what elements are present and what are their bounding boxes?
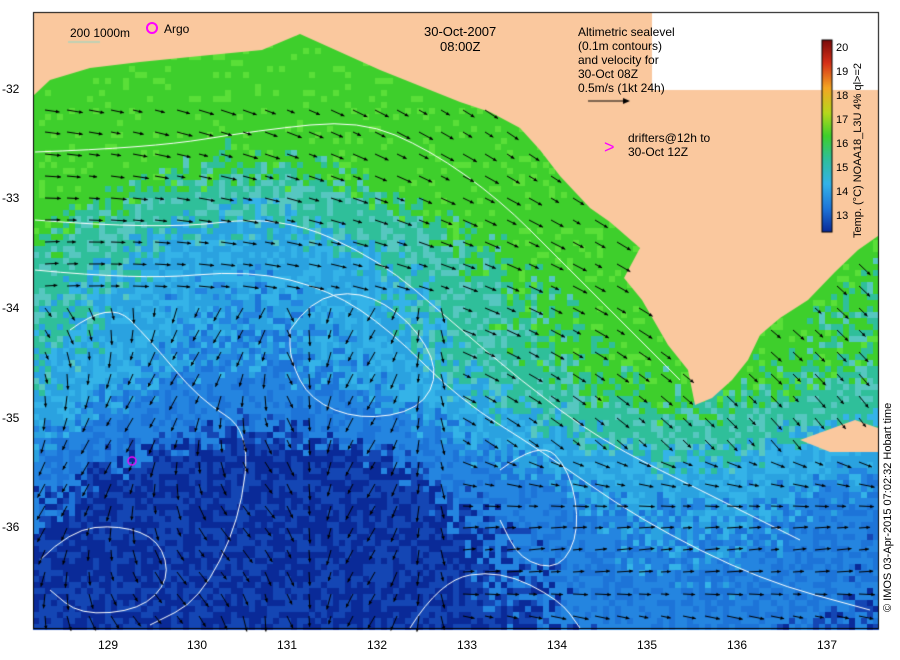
altimetry-legend-line: (0.1m contours) <box>578 39 663 53</box>
colorbar-tick: 17 <box>836 114 849 126</box>
y-tick-label: -36 <box>2 520 20 534</box>
colorbar-tick: 15 <box>836 162 849 174</box>
x-tick-label: 131 <box>276 638 298 652</box>
colorbar-tick: 16 <box>836 138 849 150</box>
drifter-legend-icon: > <box>604 137 615 157</box>
altimetry-legend-line: Altimetric sealevel <box>578 25 675 39</box>
colorbar-tick: 19 <box>836 66 849 78</box>
altimetry-legend-line: and velocity for <box>578 53 659 67</box>
x-tick-label: 133 <box>456 638 478 652</box>
colorbar-tick: 14 <box>836 186 849 198</box>
argo-legend-icon <box>146 22 158 34</box>
y-tick-label: -33 <box>2 191 20 205</box>
x-tick-label: 136 <box>726 638 748 652</box>
x-tick-label: 137 <box>816 638 838 652</box>
sst-map-canvas <box>0 0 900 660</box>
x-tick-label: 130 <box>186 638 208 652</box>
y-tick-label: -32 <box>2 82 20 96</box>
y-tick-label: -35 <box>2 411 20 425</box>
colorbar-tick: 18 <box>836 90 849 102</box>
x-tick-label: 134 <box>546 638 568 652</box>
drifter-legend-line: 30-Oct 12Z <box>628 145 689 159</box>
altimetry-legend-line: 30-Oct 08Z <box>578 67 639 81</box>
time-label: 08:00Z <box>440 39 481 54</box>
colorbar-tick: 13 <box>836 210 849 222</box>
drifter-legend-line: drifters@12h to <box>628 131 711 145</box>
colorbar-tick: 20 <box>836 42 849 54</box>
x-tick-label: 135 <box>636 638 658 652</box>
x-tick-label: 132 <box>366 638 388 652</box>
x-tick-label: 129 <box>97 638 119 652</box>
date-label: 30-Oct-2007 <box>424 24 497 39</box>
isobath-legend: 200 1000m <box>70 26 131 40</box>
credit-label: © IMOS 03-Apr-2015 07:02:32 Hobart time <box>882 402 894 612</box>
argo-legend-label: Argo <box>164 22 190 36</box>
colorbar-title: Temp. (°C) NOAA18_L3U 4% ql>=2 <box>852 63 864 238</box>
y-tick-label: -34 <box>2 301 20 315</box>
altimetry-legend-line: 0.5m/s (1kt 24h) <box>578 81 665 95</box>
